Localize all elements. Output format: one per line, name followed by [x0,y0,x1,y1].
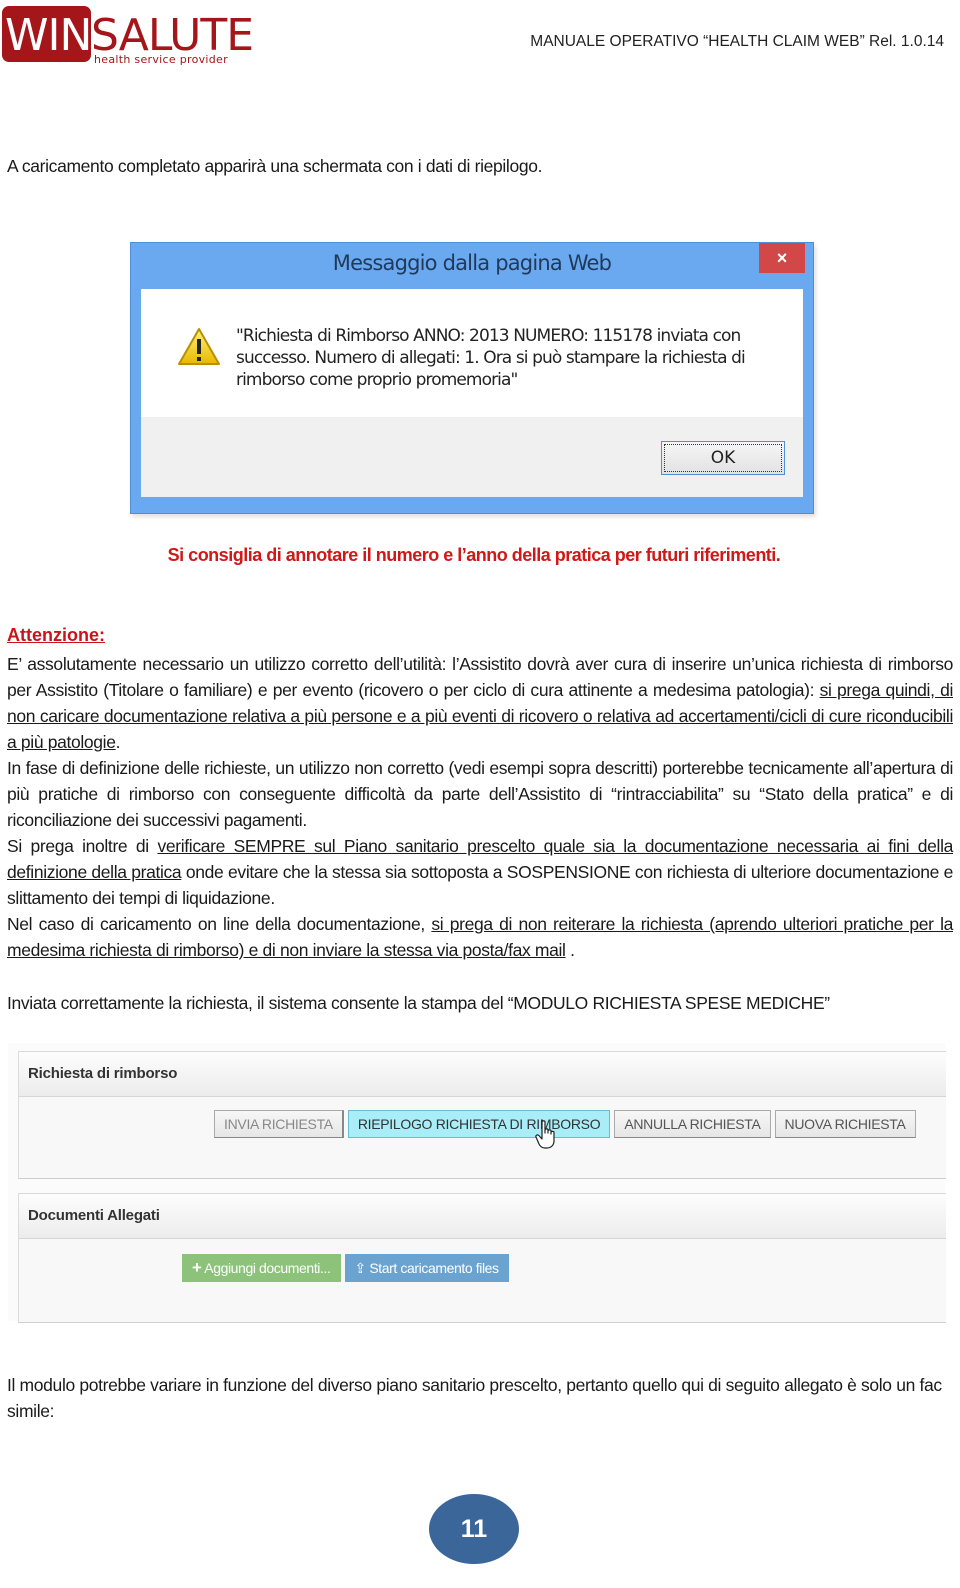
document-title: MANUALE OPERATIVO “HEALTH CLAIM WEB” Rel… [530,33,944,50]
attention-paragraph-2: In fase di definizione delle richieste, … [7,758,953,830]
start-upload-button[interactable]: ⇪ Start caricamento files [344,1254,509,1282]
page-number-badge: 11 [429,1494,519,1564]
plus-icon: + [192,1258,202,1277]
documents-panel-title: Documenti Allegati [19,1194,946,1239]
request-panel-title: Richiesta di rimborso [19,1052,946,1097]
p4-text: Nel caso di caricamento on line della do… [7,914,432,934]
nuova-richiesta-button[interactable]: NUOVA RICHIESTA [774,1110,916,1138]
p1-text: E’ assolutamente necessario un utilizzo … [7,654,953,700]
closing-paragraph: Il modulo potrebbe variare in funzione d… [7,1375,942,1421]
advice-note: Si consiglia di annotare il numero e l’a… [167,545,781,565]
close-icon: × [776,248,788,268]
add-documents-label: Aggiungi documenti... [204,1260,331,1276]
intro-paragraph: A caricamento completato apparirà una sc… [7,156,543,176]
dialog-title: Messaggio dalla pagina Web [332,251,612,275]
winsalute-logo: WIN SALUTE health service provider [2,6,254,66]
dialog-message: "Richiesta di Rimborso ANNO: 2013 NUMERO… [236,326,746,390]
upload-icon: ⇪ [354,1260,367,1276]
logo-tagline: health service provider [94,53,228,66]
attention-heading: Attenzione: [7,625,105,645]
app-screenshot: Richiesta di rimborso INVIA RICHIESTA RI… [8,1043,946,1323]
annulla-richiesta-button[interactable]: ANNULLA RICHIESTA [614,1110,771,1138]
ok-button[interactable]: OK [661,441,785,475]
dialog-close-button[interactable]: × [759,243,805,273]
hand-cursor-icon [535,1120,555,1149]
request-panel: Richiesta di rimborso INVIA RICHIESTA RI… [18,1051,946,1179]
print-paragraph: Inviata correttamente la richiesta, il s… [7,993,830,1013]
request-button-row: INVIA RICHIESTA RIEPILOGO RICHIESTA DI R… [214,1110,916,1138]
attention-paragraph-1: E’ assolutamente necessario un utilizzo … [7,651,953,755]
start-upload-label: Start caricamento files [369,1260,499,1276]
p4-end: . [565,940,575,960]
invia-richiesta-button[interactable]: INVIA RICHIESTA [214,1110,344,1138]
p3-text: Si prega inoltre di [7,836,158,856]
upload-button-row: + Aggiungi documenti... ⇪ Start caricame… [182,1254,509,1282]
logo-text-win: WIN [5,10,92,61]
attention-paragraph-4: Nel caso di caricamento on line della do… [7,911,953,963]
p1-end: . [115,732,121,752]
warning-icon [178,328,220,365]
dialog-body: "Richiesta di Rimborso ANNO: 2013 NUMERO… [141,289,803,497]
riepilogo-richiesta-button[interactable]: RIEPILOGO RICHIESTA DI RIMBORSO [347,1110,611,1138]
attention-paragraph-3: Si prega inoltre di verificare SEMPRE su… [7,833,953,911]
add-documents-button[interactable]: + Aggiungi documenti... [182,1254,341,1282]
web-message-dialog: Messaggio dalla pagina Web × "Richiesta … [130,242,814,514]
documents-panel: Documenti Allegati + Aggiungi documenti.… [18,1193,946,1323]
